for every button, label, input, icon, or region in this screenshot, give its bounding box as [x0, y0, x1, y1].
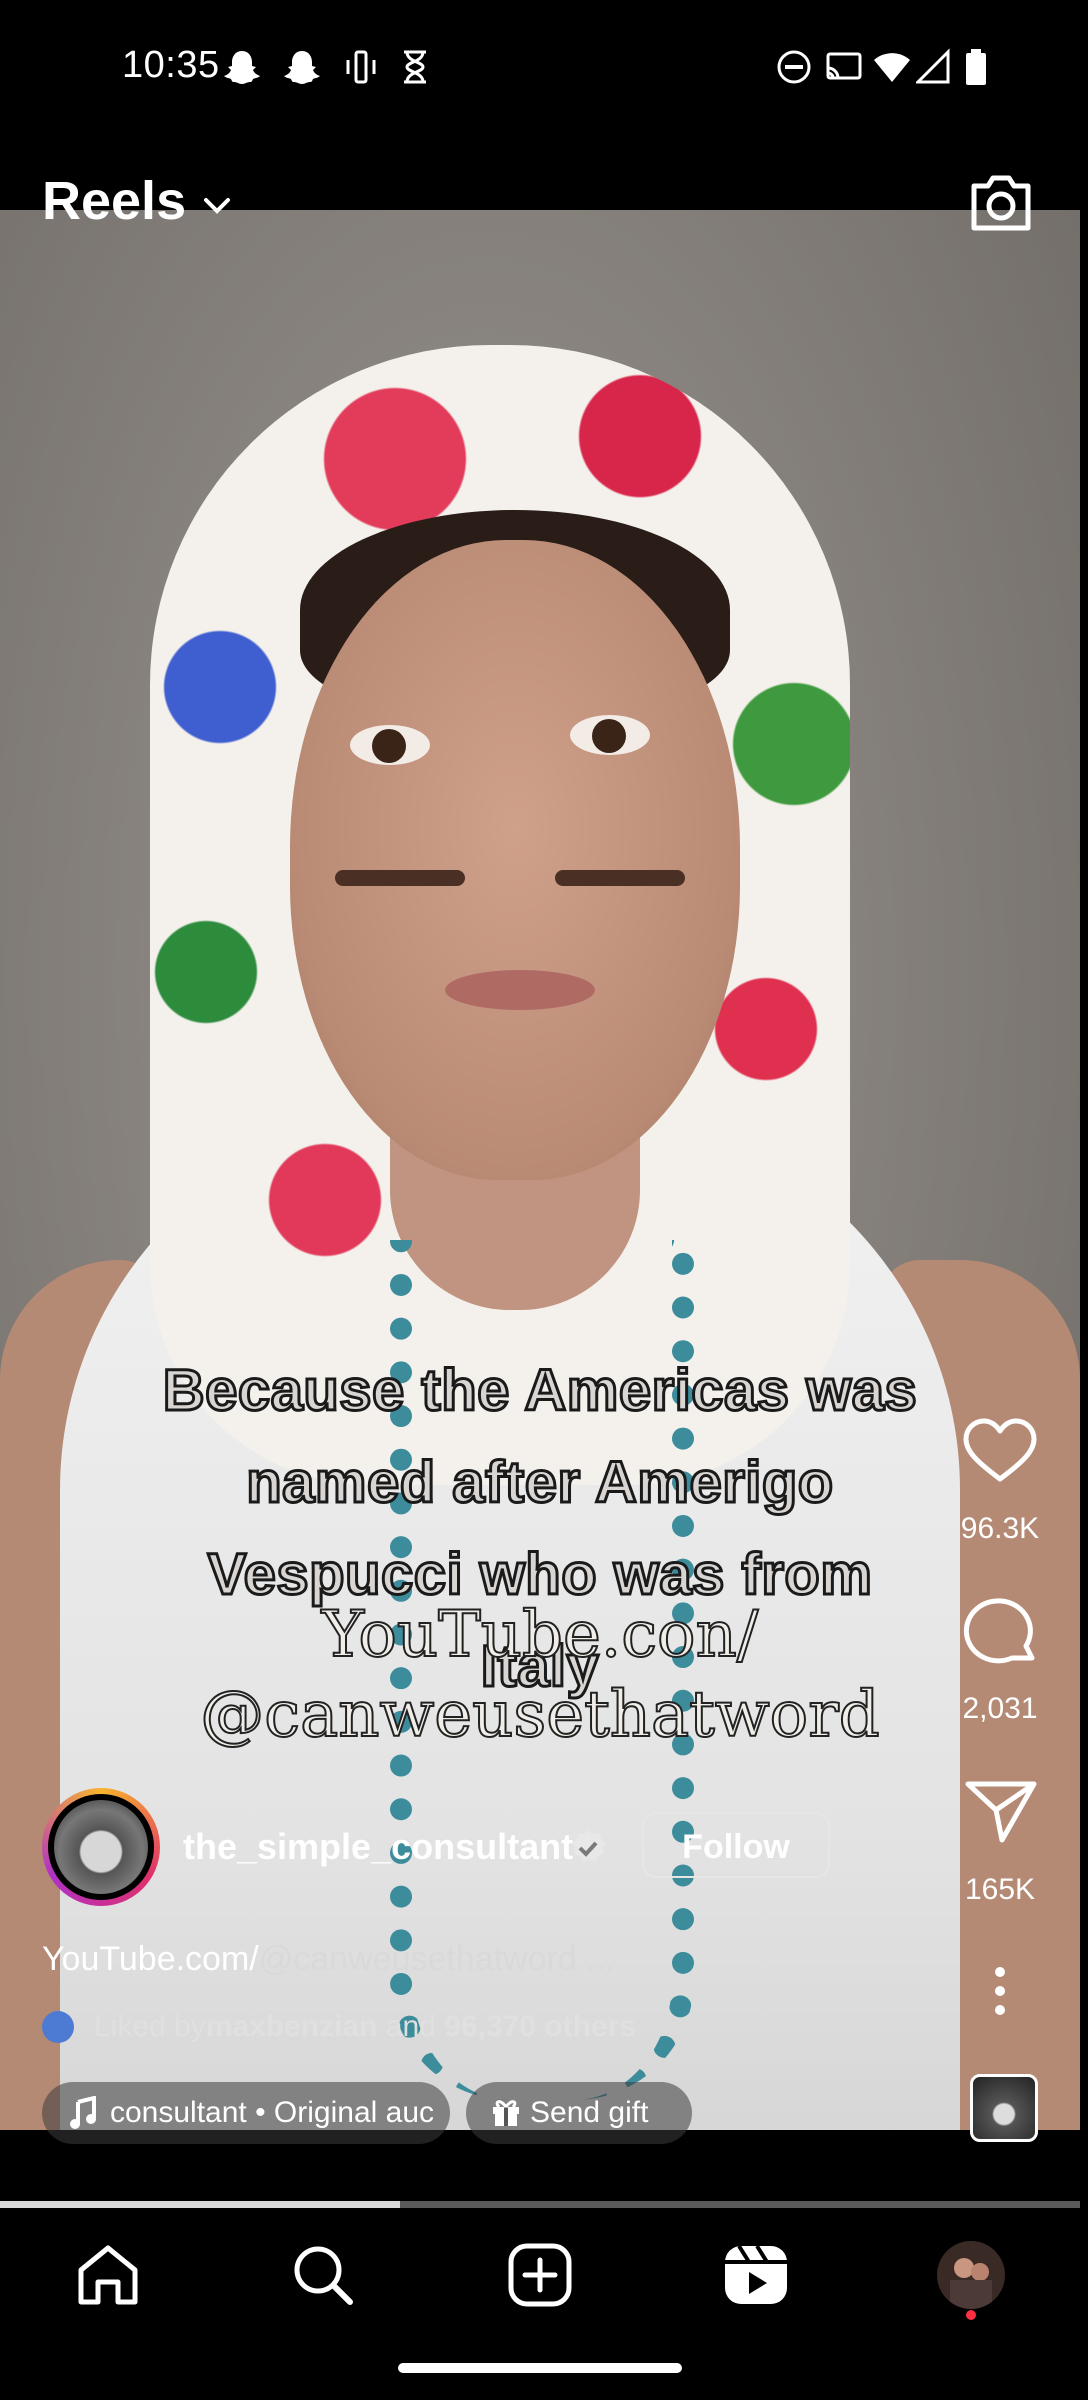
signal-icon: [916, 48, 950, 84]
liked-by-row[interactable]: Liked by maxbenzian and 96,370 others: [42, 2010, 636, 2044]
like-count: 96.3K: [960, 1512, 1040, 1545]
video-progress-bar[interactable]: [0, 2201, 1080, 2208]
like-icon[interactable]: [950, 1415, 1050, 1485]
status-bar: 10:35: [0, 0, 1088, 135]
video-figure-mouth: [445, 970, 595, 1010]
video-figure-eye: [570, 715, 650, 755]
music-note-icon: [70, 2096, 96, 2129]
comment-count: 2,031: [962, 1692, 1038, 1725]
cast-icon: [826, 52, 862, 80]
video-figure-eye: [350, 725, 430, 765]
description-handle: @canweusethatword ...: [258, 1940, 615, 1978]
liked-by-prefix: Liked by: [94, 2010, 206, 2043]
share-count: 165K: [964, 1873, 1036, 1906]
caption-line: Because the Americas was: [161, 1357, 918, 1425]
video-figure-brow: [335, 870, 465, 886]
video-watermark: YouTube.con/ @canweusethatword: [140, 1595, 940, 1755]
status-time: 10:35: [122, 44, 220, 86]
author-avatar[interactable]: [42, 1788, 160, 1906]
hourglass-icon: [404, 50, 426, 84]
profile-avatar[interactable]: [936, 2240, 1006, 2310]
reel-description[interactable]: YouTube.com/@canweusethatword ...: [42, 1940, 615, 1979]
send-gift-button[interactable]: Send gift: [466, 2082, 692, 2144]
liked-by-others[interactable]: 96,370 others: [444, 2010, 636, 2044]
battery-icon: [966, 49, 986, 85]
snapchat-icon: [284, 51, 320, 84]
liked-by-middle: and: [377, 2010, 445, 2043]
video-figure-brow: [555, 870, 685, 886]
reels-title[interactable]: Reels: [42, 170, 186, 232]
send-gift-label: Send gift: [530, 2096, 649, 2129]
create-icon[interactable]: [505, 2240, 575, 2310]
home-indicator[interactable]: [398, 2363, 682, 2373]
avatar-image: [54, 1800, 148, 1894]
home-icon[interactable]: [73, 2240, 143, 2310]
reels-icon[interactable]: [721, 2240, 791, 2310]
more-options-icon[interactable]: [950, 1966, 1050, 2016]
vibrate-icon: [346, 50, 376, 84]
video-progress-fill: [0, 2201, 400, 2208]
wifi-icon: [874, 53, 910, 82]
caption-line: named after Amerigo: [245, 1449, 835, 1517]
camera-icon[interactable]: [966, 170, 1036, 236]
search-icon[interactable]: [288, 2240, 358, 2310]
verified-badge-icon: [572, 1830, 606, 1861]
watermark-line: @canweusethatword: [199, 1677, 881, 1753]
snapchat-icon: [224, 51, 260, 84]
gift-icon: [493, 2100, 519, 2126]
author-username[interactable]: the_simple_consultant: [183, 1826, 573, 1868]
audio-thumbnail[interactable]: [970, 2074, 1038, 2142]
video-figure-face: [290, 540, 740, 1180]
comment-icon[interactable]: [950, 1596, 1050, 1668]
liked-by-avatar: [42, 2011, 74, 2043]
audio-pill[interactable]: consultant • Original auc: [42, 2082, 450, 2144]
watermark-line: YouTube.con/: [321, 1597, 760, 1673]
share-icon[interactable]: [950, 1776, 1050, 1846]
notification-dot: [966, 2310, 976, 2320]
avatar-ring-gap: [48, 1794, 154, 1900]
audio-label: consultant • Original auc: [110, 2096, 435, 2129]
do-not-disturb-icon: [777, 50, 811, 84]
chevron-down-icon[interactable]: [200, 190, 234, 220]
follow-button[interactable]: Follow: [642, 1812, 830, 1878]
description-prefix: YouTube.com/: [42, 1940, 259, 1978]
liked-by-user[interactable]: maxbenzian: [206, 2010, 378, 2044]
